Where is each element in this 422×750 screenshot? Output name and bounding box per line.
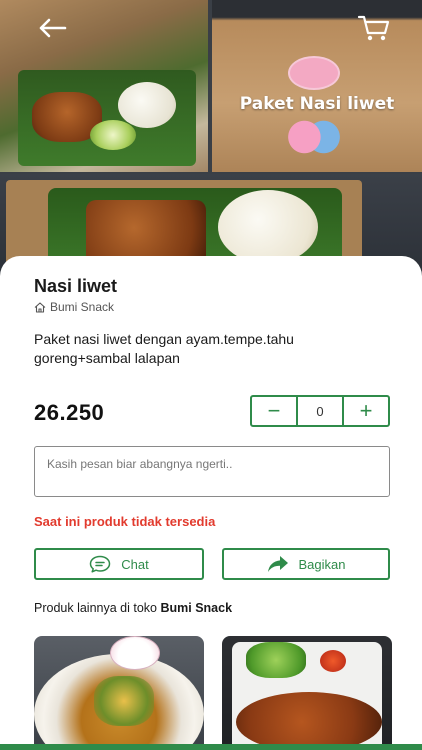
- arrow-left-icon: [39, 18, 67, 38]
- quantity-stepper: − 0 +: [250, 395, 390, 427]
- decrement-button[interactable]: −: [252, 397, 296, 425]
- mascot-sticker: [110, 636, 160, 670]
- related-product-garnish: [94, 676, 154, 726]
- photo-bunny-sticker: [282, 118, 346, 156]
- more-products-prefix: Produk lainnya di toko: [34, 601, 157, 615]
- photo-rice: [118, 82, 176, 128]
- increment-button[interactable]: +: [344, 397, 388, 425]
- cart-button[interactable]: [354, 12, 394, 44]
- bottom-accent-bar: [0, 744, 422, 750]
- product-photo-box-top-left: [0, 0, 208, 172]
- share-button-label: Bagikan: [298, 556, 346, 572]
- share-button[interactable]: Bagikan: [222, 548, 390, 580]
- photo-rice-bottom: [218, 190, 318, 264]
- more-products-store: Bumi Snack: [160, 601, 233, 615]
- related-product-fish: [236, 692, 382, 750]
- cart-icon: [357, 15, 390, 41]
- related-product-card[interactable]: [34, 636, 204, 750]
- share-arrow-icon: [267, 556, 288, 572]
- note-input[interactable]: Kasih pesan biar abangnya ngerti..: [34, 446, 390, 497]
- back-button[interactable]: [34, 14, 70, 42]
- chat-button[interactable]: Chat: [34, 548, 204, 580]
- availability-status: Saat ini produk tidak tersedia: [34, 514, 216, 529]
- photo-cucumber: [90, 120, 136, 150]
- photo-seal-sticker: [288, 56, 340, 90]
- quantity-value: 0: [296, 397, 344, 425]
- store-link[interactable]: Bumi Snack: [34, 300, 114, 314]
- packaging-caption: Paket Nasi liwet: [239, 94, 395, 114]
- related-product-lettuce: [246, 642, 306, 678]
- home-icon: [34, 301, 46, 313]
- related-product-card[interactable]: [222, 636, 392, 750]
- related-product-sambal: [320, 650, 346, 672]
- chat-bubble-icon: [90, 555, 111, 573]
- store-name: Bumi Snack: [50, 300, 115, 314]
- product-title: Nasi liwet: [34, 276, 118, 296]
- product-description: Paket nasi liwet dengan ayam.tempe.tahu …: [34, 331, 294, 366]
- more-products-heading: Produk lainnya di toko Bumi Snack: [34, 601, 232, 615]
- product-price: 26.250: [34, 400, 105, 425]
- chat-button-label: Chat: [121, 556, 149, 572]
